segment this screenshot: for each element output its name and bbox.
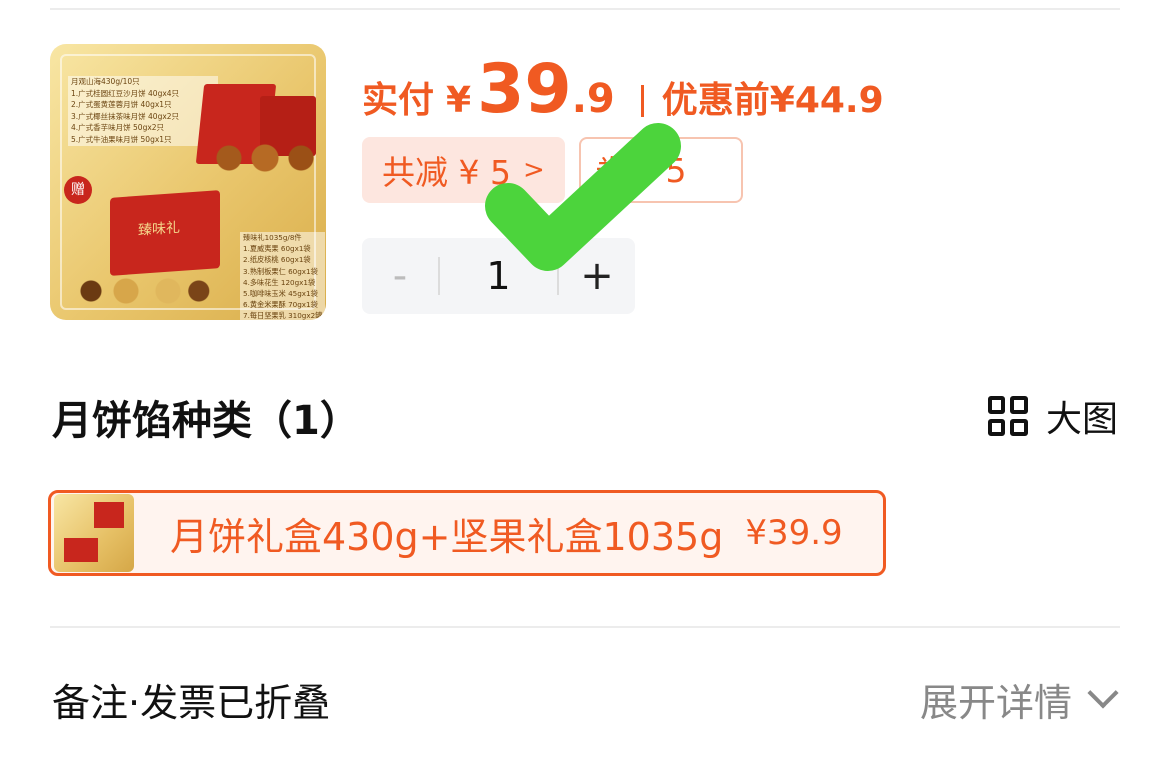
thumb-line: 5.广式牛油果味月饼 50gx1只 (68, 133, 218, 146)
thumb-line: 3.熟制板栗仁 60gx1袋 (240, 265, 326, 277)
thumb-line: 7.每日坚果乳 310gx2罐 (240, 310, 326, 320)
original-price: ¥44.9 (769, 80, 884, 121)
nuts-image (70, 276, 210, 306)
total-discount-label: 共减 ¥ 5 (382, 153, 511, 192)
thumb-line: 4.广式香芋味月饼 50gx2只 (68, 122, 218, 134)
gift-badge: 赠 (64, 176, 92, 204)
coupon-chip[interactable]: 券 ¥ 5 (579, 137, 743, 203)
coupon-value: ¥ 5 (634, 150, 687, 190)
thumb-title-2: 臻味礼1035g/8件 (240, 232, 326, 244)
variant-price: ¥39.9 (745, 513, 843, 553)
price-separator (640, 85, 644, 117)
original-price-label: 优惠前 (661, 80, 770, 121)
quantity-stepper[interactable]: - 1 + (362, 238, 635, 314)
quantity-value[interactable]: 1 (440, 254, 557, 298)
section-divider (50, 626, 1120, 628)
box-brand-text: 臻味礼 (138, 219, 180, 239)
thumb-text-block-1: 月观山海430g/10只 1.广式桂圆红豆沙月饼 40gx4只 2.广式蛋黄莲蓉… (68, 76, 218, 146)
thumb-line: 4.多味花生 120gx1袋 (240, 276, 326, 289)
grid-icon (987, 396, 1028, 436)
paid-label: 实付 (362, 80, 435, 121)
expand-details-button[interactable]: 展开详情 (919, 672, 1119, 727)
variant-thumbnail (54, 494, 134, 572)
thumb-line: 5.咖啡味玉米 45gx1袋 (240, 288, 326, 300)
paid-currency: ¥ (446, 80, 472, 121)
top-divider (50, 8, 1120, 10)
total-discount-chip[interactable]: 共减 ¥ 5 > (362, 137, 565, 203)
decrement-button[interactable]: - (362, 238, 438, 314)
big-view-label: 大图 (1045, 399, 1118, 440)
thumb-line: 1.广式桂圆红豆沙月饼 40gx4只 (68, 87, 218, 100)
thumb-title-1: 月观山海430g/10只 (68, 76, 218, 88)
mooncakes-image (205, 144, 325, 172)
expand-details-label: 展开详情 (919, 681, 1072, 725)
variant-label: 月饼礼盒430g+坚果礼盒1035g (170, 514, 724, 559)
paid-price-integer: 39 (477, 50, 572, 129)
thumb-line: 1.夏威夷果 60gx1袋 (240, 243, 326, 255)
nut-gift-box-image: 臻味礼 (110, 190, 220, 276)
thumb-line: 2.纸皮核桃 60gx1袋 (240, 254, 326, 266)
section-title: 月饼馅种类（1） (52, 398, 360, 444)
chevron-down-icon (1087, 676, 1119, 709)
remark-invoice-label: 备注·发票已折叠 (52, 681, 331, 725)
variant-option-selected[interactable]: 月饼礼盒430g+坚果礼盒1035g ¥39.9 (48, 490, 886, 576)
thumb-line: 6.黄金米果酥 70gx1袋 (240, 299, 326, 311)
coupon-label: 券 (595, 153, 628, 192)
thumb-line: 3.广式椰丝抹茶味月饼 40gx2只 (68, 110, 218, 123)
price-row: 实付 ¥ 39 .9 优惠前 ¥44.9 (362, 50, 884, 140)
increment-button[interactable]: + (559, 238, 635, 314)
thumb-line: 2.广式蛋黄莲蓉月饼 40gx1只 (68, 99, 218, 111)
big-view-toggle[interactable]: 大图 (987, 390, 1118, 442)
thumb-text-block-2: 臻味礼1035g/8件 1.夏威夷果 60gx1袋 2.纸皮核桃 60gx1袋 … (240, 232, 326, 320)
product-thumbnail[interactable]: 月观山海430g/10只 1.广式桂圆红豆沙月饼 40gx4只 2.广式蛋黄莲蓉… (50, 44, 326, 320)
paid-price-decimal: .9 (571, 76, 615, 122)
chevron-right-icon: > (522, 155, 545, 185)
